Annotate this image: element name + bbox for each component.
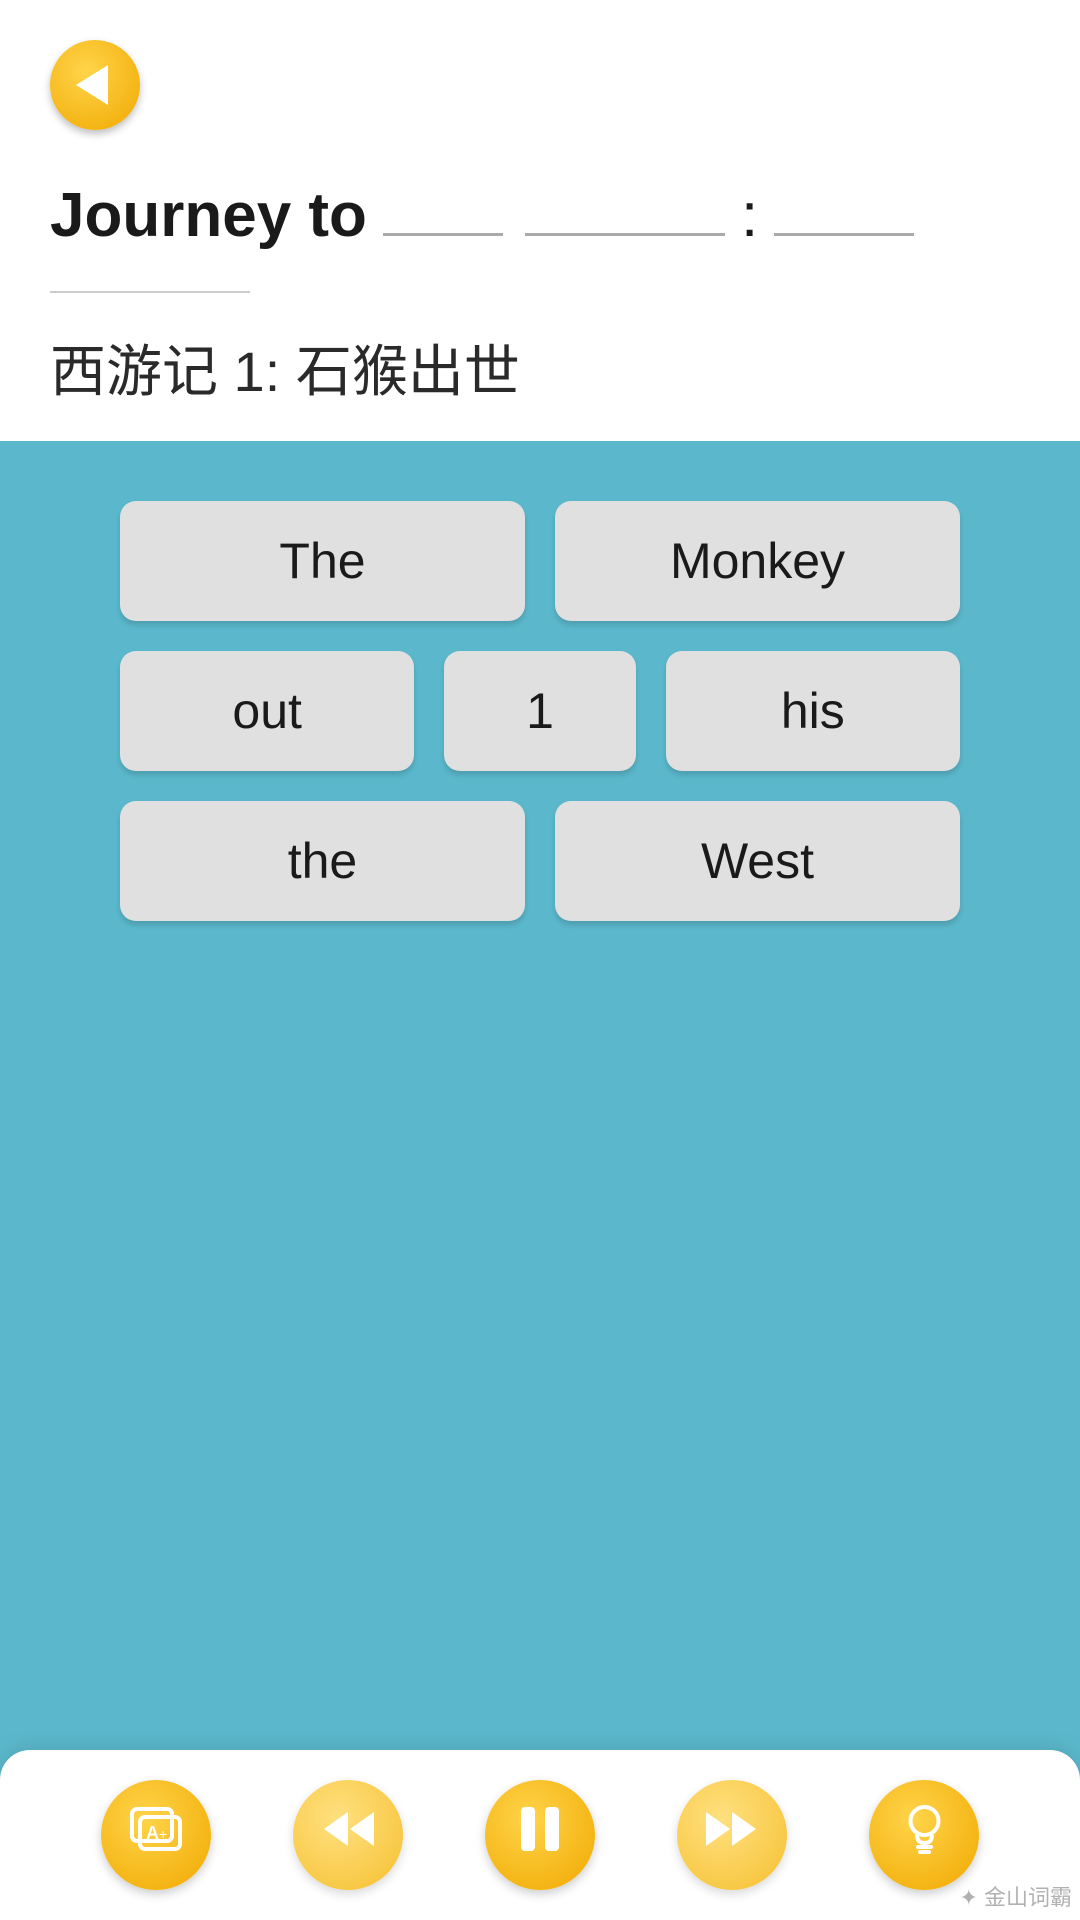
tile-monkey[interactable]: Monkey xyxy=(555,501,960,621)
blank-word1 xyxy=(383,224,503,236)
title-row: Journey to : xyxy=(50,180,1030,251)
pause-icon xyxy=(515,1799,565,1872)
back-arrow-icon xyxy=(76,65,108,105)
word-row-2: out 1 his xyxy=(120,651,960,771)
forward-icon xyxy=(702,1804,762,1867)
word-row-1: The Monkey xyxy=(120,501,960,621)
tile-the-low[interactable]: the xyxy=(120,801,525,921)
blank-word2 xyxy=(525,224,725,236)
toolbar: A + xyxy=(0,1750,1080,1920)
svg-text:A: A xyxy=(146,1823,159,1843)
bulb-button[interactable] xyxy=(869,1780,979,1890)
subtitle-chinese: 西游记 1: 石猴出世 xyxy=(50,333,1030,411)
pause-button[interactable] xyxy=(485,1780,595,1890)
colon: : xyxy=(741,180,758,251)
rewind-icon xyxy=(318,1804,378,1867)
tile-1[interactable]: 1 xyxy=(444,651,635,771)
divider xyxy=(50,291,250,293)
tile-his[interactable]: his xyxy=(666,651,960,771)
blank-word3 xyxy=(774,224,914,236)
back-button[interactable] xyxy=(50,40,140,130)
rewind-button[interactable] xyxy=(293,1780,403,1890)
tile-out[interactable]: out xyxy=(120,651,414,771)
forward-button[interactable] xyxy=(677,1780,787,1890)
watermark: ✦ 金山词霸 xyxy=(959,1880,1072,1912)
tile-the-cap[interactable]: The xyxy=(120,501,525,621)
title-prefix: Journey to xyxy=(50,180,367,251)
bulb-icon xyxy=(897,1799,952,1871)
flashcard-icon: A + xyxy=(126,1799,186,1872)
bottom-area: The Monkey out 1 his the West xyxy=(0,441,1080,1920)
flashcard-button[interactable]: A + xyxy=(101,1780,211,1890)
word-row-3: the West xyxy=(120,801,960,921)
svg-text:+: + xyxy=(159,1826,167,1842)
top-area: Journey to : 西游记 1: 石猴出世 xyxy=(0,0,1080,441)
tile-west[interactable]: West xyxy=(555,801,960,921)
word-grid: The Monkey out 1 his the West xyxy=(120,501,960,921)
